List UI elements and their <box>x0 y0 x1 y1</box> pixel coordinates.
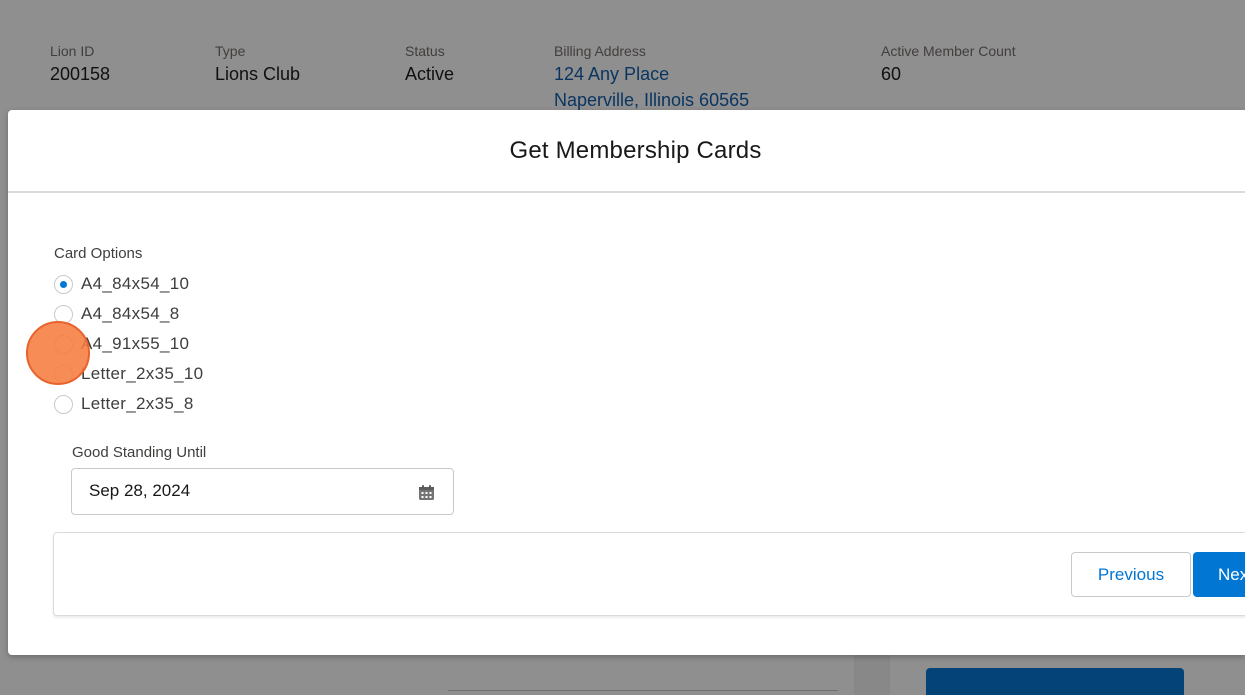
good-standing-label: Good Standing Until <box>72 444 207 461</box>
radio-button-selected[interactable] <box>54 274 73 294</box>
card-options-label: Card Options <box>54 245 143 262</box>
date-input-value: Sep 28, 2024 <box>89 481 191 500</box>
navigation-footer: Previous Next <box>53 532 1245 616</box>
radio-option-letter-2x35-8[interactable]: Letter_2x35_8 <box>54 392 194 416</box>
click-indicator <box>26 321 90 385</box>
radio-label: Letter_2x35_8 <box>81 394 194 413</box>
good-standing-date-input[interactable]: Sep 28, 2024 <box>71 468 454 515</box>
radio-label: A4_84x54_10 <box>81 274 190 293</box>
radio-option-a4-84x54-8[interactable]: A4_84x54_8 <box>54 302 179 326</box>
radio-label: A4_91x55_10 <box>81 334 190 353</box>
previous-button[interactable]: Previous <box>1071 552 1191 597</box>
radio-label: Letter_2x35_10 <box>81 364 204 383</box>
calendar-icon[interactable] <box>418 484 435 501</box>
modal-title: Get Membership Cards <box>509 136 762 164</box>
radio-label: A4_84x54_8 <box>81 304 180 323</box>
radio-option-a4-84x54-10[interactable]: A4_84x54_10 <box>54 272 189 296</box>
modal-header: Get Membership Cards <box>8 110 1245 193</box>
membership-cards-modal: Get Membership Cards Card Options A4_84x… <box>8 110 1245 655</box>
next-button[interactable]: Next <box>1193 552 1245 597</box>
radio-button[interactable] <box>54 394 73 414</box>
